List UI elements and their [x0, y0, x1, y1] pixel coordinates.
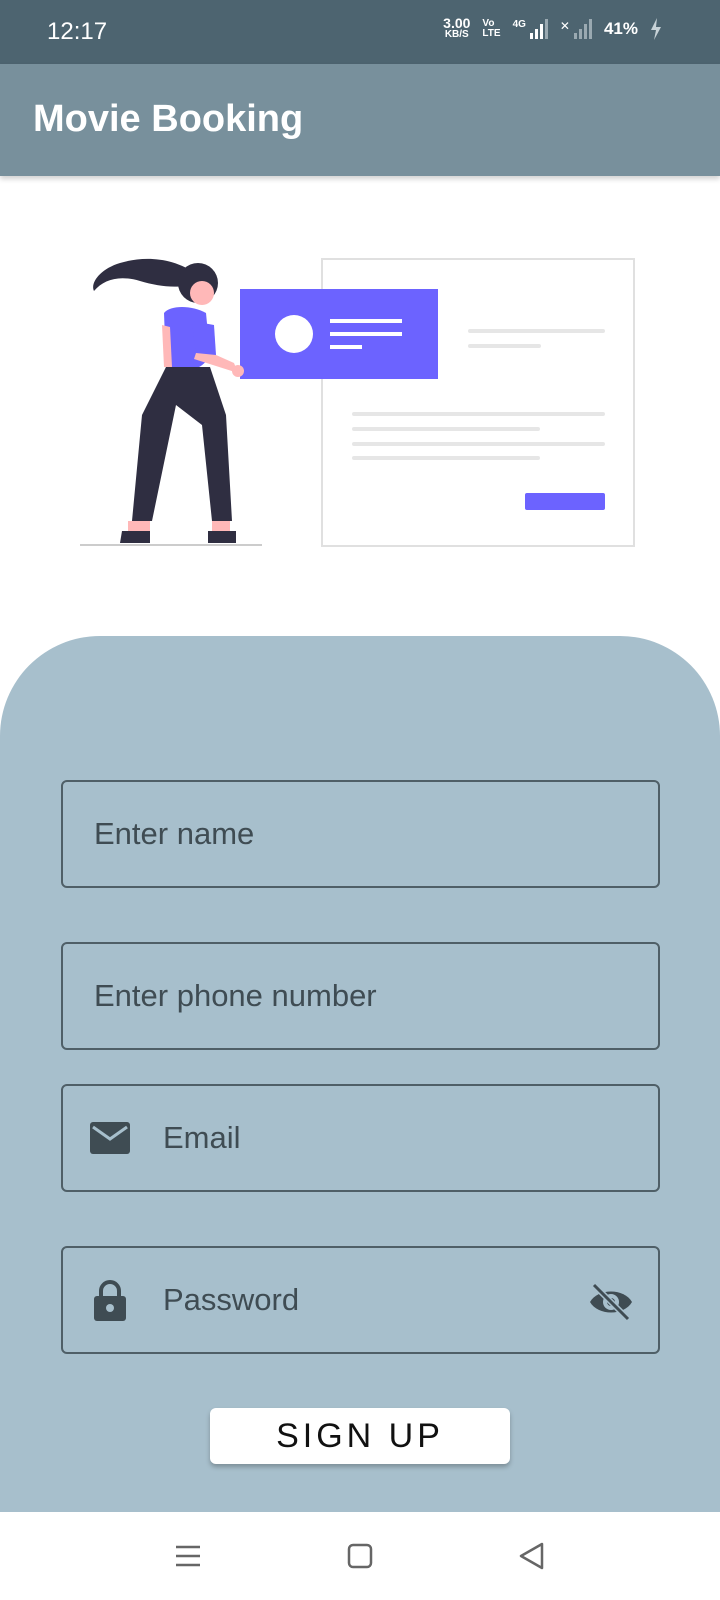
- home-icon[interactable]: [344, 1540, 376, 1572]
- volte-icon: Vo LTE: [482, 19, 500, 39]
- password-field-placeholder: Password: [163, 1282, 300, 1317]
- network-speed: 3.00 KB/S: [443, 15, 471, 40]
- name-field[interactable]: Enter name: [61, 780, 660, 888]
- name-field-placeholder: Enter name: [94, 816, 255, 851]
- back-icon[interactable]: [516, 1540, 548, 1572]
- battery-level: 41%: [603, 19, 638, 38]
- signal-icon-sim1: 4G: [513, 19, 548, 39]
- lock-icon: [89, 1279, 131, 1321]
- status-time: 12:17: [47, 18, 108, 45]
- network-speed-unit: KB/S: [444, 29, 469, 40]
- phone-field[interactable]: Enter phone number: [61, 942, 660, 1050]
- email-field[interactable]: Email: [61, 1084, 660, 1192]
- volte-bottom: LTE: [482, 28, 501, 39]
- menu-icon[interactable]: [172, 1540, 204, 1572]
- password-field[interactable]: Password: [61, 1246, 660, 1354]
- signup-form-panel: [0, 636, 720, 1512]
- network-speed-value: 3.00: [443, 15, 471, 31]
- charging-icon: [651, 18, 661, 40]
- navigation-bar: [0, 1512, 720, 1600]
- signal-icon-sim2: ✕: [560, 19, 592, 39]
- app-title: Movie Booking: [33, 98, 304, 140]
- phone-field-placeholder: Enter phone number: [94, 978, 377, 1013]
- network-type: 4G: [512, 19, 526, 30]
- app-bar: Movie Booking: [0, 64, 720, 176]
- visibility-off-icon[interactable]: [588, 1282, 634, 1322]
- status-icons: 3.00 KB/S Vo LTE 4G ✕ 41%: [443, 15, 662, 40]
- status-bar: 12:17 3.00 KB/S Vo LTE 4G ✕ 41%: [0, 0, 720, 64]
- signup-button[interactable]: SIGN UP: [210, 1408, 510, 1464]
- email-field-placeholder: Email: [163, 1120, 241, 1155]
- sign-up-illustration: [80, 258, 635, 547]
- email-icon: [89, 1117, 131, 1159]
